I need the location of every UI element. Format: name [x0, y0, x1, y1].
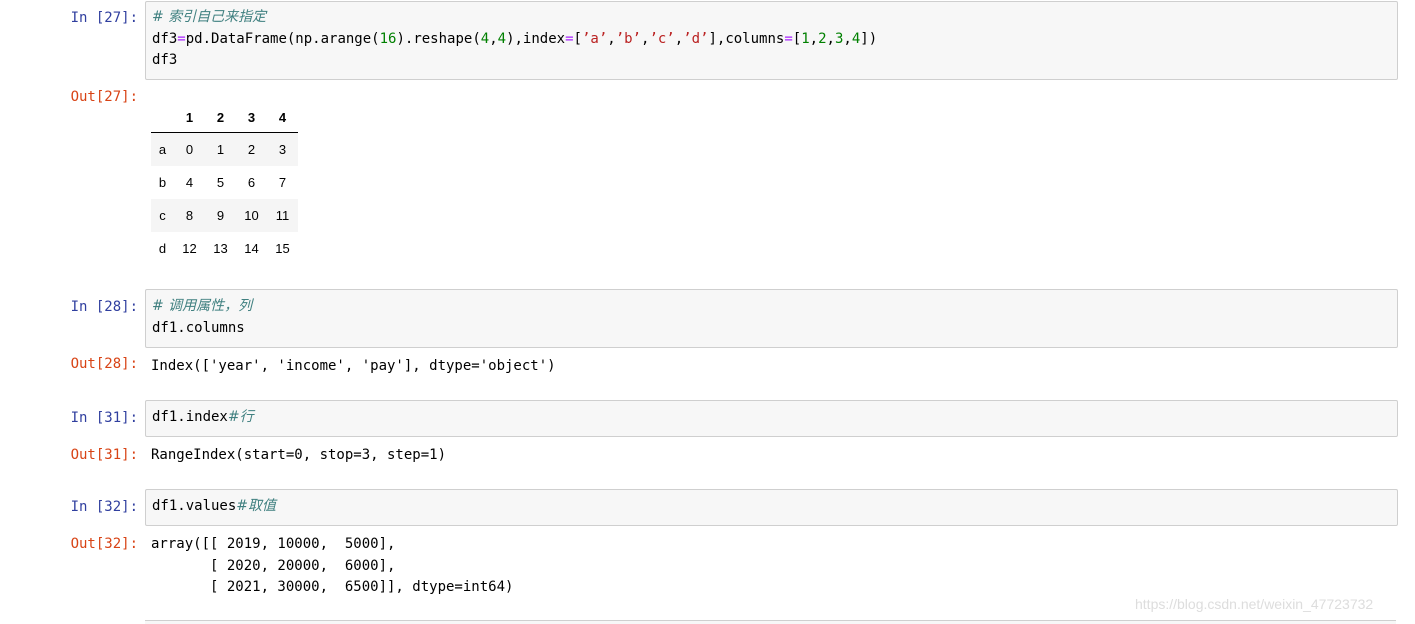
table-index-cell: c	[159, 208, 166, 223]
code-token: ’a’	[581, 30, 608, 47]
code-token: ,	[843, 30, 852, 47]
code-token: =	[177, 30, 186, 47]
table-cell: 2	[247, 142, 256, 157]
table-cell: 8	[185, 208, 194, 223]
code-token: ],columns	[708, 30, 785, 47]
code-token: df1.index	[152, 409, 228, 425]
code-token: ,	[607, 30, 616, 47]
table-cell: 10	[244, 208, 259, 223]
table-cell: 13	[213, 241, 228, 256]
dataframe-output-27: 1 2 3 4 a 0 1 2 3 b 4 5 6 7 c 8 9 10 11	[151, 103, 298, 265]
code-token: df1.columns	[152, 319, 245, 336]
code-comment: # 调用属性，列	[152, 298, 253, 314]
code-token: ,	[489, 30, 498, 47]
table-cell: 5	[216, 175, 225, 190]
code-token: 4	[497, 30, 507, 47]
table-header-cell: 2	[205, 103, 236, 133]
code-token: [	[573, 30, 582, 47]
table-cell: 15	[275, 241, 290, 256]
code-token: ])	[860, 30, 878, 47]
code-token: [	[792, 30, 802, 47]
table-cell: 6	[247, 175, 256, 190]
code-token: 4	[480, 30, 490, 47]
code-token: ).reshape(	[396, 30, 481, 47]
input-prompt-28: In [28]:	[70, 299, 138, 315]
table-header-cell: 1	[174, 103, 205, 133]
code-editor-32[interactable]: df1.values#取值	[152, 496, 276, 518]
code-token: pd.DataFrame(np.arange(	[185, 30, 380, 47]
output-text-31: RangeIndex(start=0, stop=3, step=1)	[151, 447, 447, 463]
code-token: ’d’	[683, 30, 709, 47]
code-comment: #行	[227, 409, 254, 425]
code-token: 1	[801, 30, 810, 47]
table-cell: 1	[216, 142, 225, 157]
table-cell: 0	[185, 142, 194, 157]
table-header-row: 1 2 3 4	[151, 103, 298, 133]
input-prompt-31: In [31]:	[70, 410, 138, 426]
code-editor-27[interactable]: # 索引自己来指定 df3=pd.DataFrame(np.arange(16)…	[152, 7, 877, 72]
table-cell: 11	[275, 208, 290, 223]
table-row: b 4 5 6 7	[151, 166, 298, 199]
output-prompt-32: Out[32]:	[70, 536, 138, 552]
code-editor-28[interactable]: # 调用属性，列 df1.columns	[152, 296, 252, 339]
code-token: ’c’	[649, 30, 675, 47]
table-index-cell: d	[158, 241, 167, 256]
code-token: ’b’	[615, 30, 641, 47]
input-prompt-32: In [32]:	[70, 499, 138, 515]
output-text-28: Index(['year', 'income', 'pay'], dtype='…	[151, 358, 556, 374]
table-header-cell: 4	[267, 103, 298, 133]
table-cell: 3	[278, 142, 287, 157]
code-token: =	[565, 30, 574, 47]
watermark: https://blog.csdn.net/weixin_47723732	[1135, 596, 1374, 612]
code-cell-32[interactable]	[145, 489, 1398, 526]
table-row: a 0 1 2 3	[151, 132, 298, 166]
code-cell-28[interactable]	[145, 289, 1398, 348]
code-token: df3	[152, 30, 178, 47]
table-cell: 12	[182, 241, 197, 256]
code-comment: # 索引自己来指定	[152, 9, 267, 25]
table-cell: 9	[216, 208, 225, 223]
code-editor-31[interactable]: df1.index#行	[152, 407, 254, 429]
code-token: ),index	[506, 30, 566, 47]
code-token: =	[784, 30, 793, 47]
table-cell: 4	[185, 175, 194, 190]
table-index-cell: a	[158, 142, 167, 157]
table-cell: 14	[244, 241, 259, 256]
code-token: ,	[809, 30, 819, 47]
code-token: ,	[674, 30, 684, 47]
output-prompt-27: Out[27]:	[70, 89, 138, 105]
code-cell-31[interactable]	[145, 400, 1398, 437]
output-text-32: array([[ 2019, 10000, 5000], [ 2020, 200…	[151, 536, 514, 595]
code-token: df1.values	[152, 498, 237, 514]
code-token: 2	[818, 30, 827, 47]
table-row: d 12 13 14 15	[151, 232, 298, 265]
code-comment: #取值	[236, 498, 277, 514]
code-token: 4	[851, 30, 861, 47]
table-index-cell: b	[158, 175, 167, 190]
table-cell: 7	[278, 175, 287, 190]
table-header-cell: 3	[236, 103, 267, 133]
code-token: df3	[152, 52, 178, 68]
output-prompt-28: Out[28]:	[70, 356, 138, 372]
table-row: c 8 9 10 11	[151, 199, 298, 232]
code-token: ,	[826, 30, 835, 47]
input-prompt-27: In [27]:	[70, 10, 138, 26]
code-token: 16	[379, 30, 397, 47]
next-cell-edge[interactable]	[145, 620, 1396, 624]
output-prompt-31: Out[31]:	[70, 447, 138, 463]
table-header-cell	[151, 103, 174, 133]
